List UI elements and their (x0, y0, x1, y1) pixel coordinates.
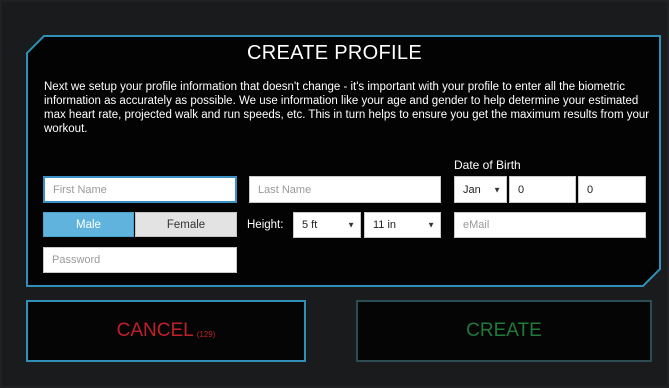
create-label: CREATE (466, 320, 542, 341)
first-name-input[interactable]: First Name (43, 176, 237, 203)
gender-female-button[interactable]: Female (135, 212, 237, 237)
dob-label: Date of Birth (454, 158, 521, 172)
cancel-button[interactable]: CANCEL (129) (26, 300, 306, 362)
height-label: Height: (247, 219, 284, 231)
cancel-countdown: (129) (196, 329, 216, 339)
intro-text: Next we setup your profile information t… (44, 81, 650, 135)
dob-day-input[interactable]: 0 (509, 176, 576, 203)
gender-male-button[interactable]: Male (43, 212, 134, 237)
last-name-input[interactable]: Last Name (249, 176, 441, 203)
dob-year-input[interactable]: 0 (578, 176, 646, 203)
dropdown-caret-icon: ▼ (347, 220, 355, 230)
dropdown-caret-icon: ▼ (427, 220, 435, 230)
height-feet-select[interactable]: 5 ft ▼ (293, 212, 361, 238)
dropdown-caret-icon: ▼ (493, 185, 501, 194)
page-title: CREATE PROFILE (247, 42, 422, 64)
password-input[interactable]: Password (43, 247, 237, 273)
height-inches-select[interactable]: 11 in ▼ (364, 212, 441, 238)
create-button[interactable]: CREATE (356, 300, 652, 362)
dob-month-value: Jan (463, 183, 481, 196)
height-inches-value: 11 in (373, 219, 397, 231)
cancel-label: CANCEL (116, 320, 194, 341)
email-input[interactable]: eMail (454, 212, 646, 238)
height-feet-value: 5 ft (302, 219, 318, 231)
dob-month-select[interactable]: Jan ▼ (454, 176, 507, 203)
